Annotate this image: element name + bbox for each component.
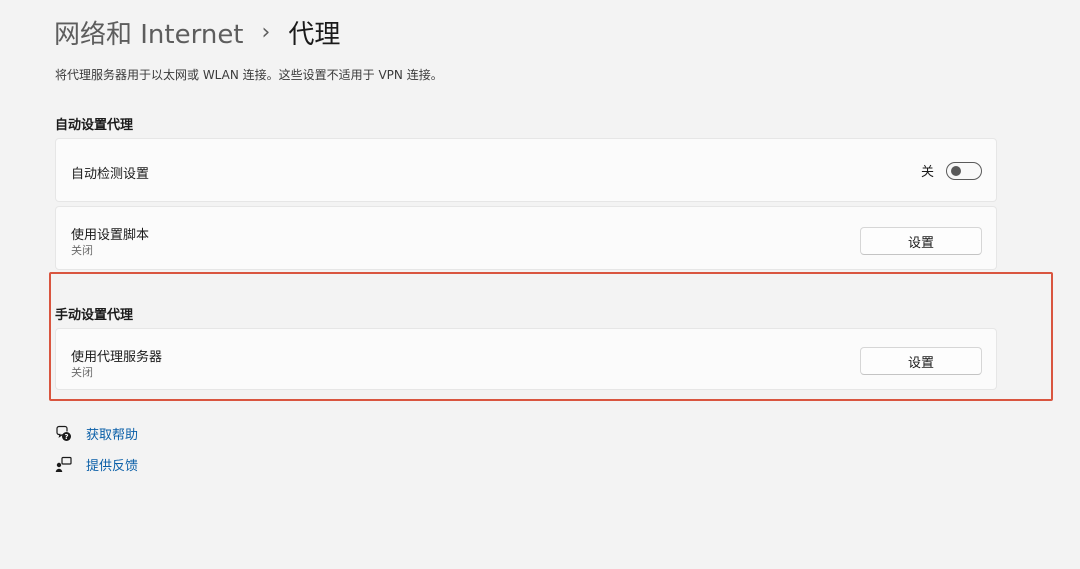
auto-detect-toggle[interactable] — [946, 161, 982, 180]
page-description: 将代理服务器用于以太网或 WLAN 连接。这些设置不适用于 VPN 连接。 — [55, 68, 443, 82]
toggle-state-label: 关 — [920, 165, 934, 180]
setup-script-card: 使用设置脚本 关闭 设置 — [55, 206, 997, 270]
help-link-text[interactable]: 获取帮助 — [86, 424, 138, 443]
feedback-link[interactable]: 提供反馈 — [55, 455, 138, 474]
feedback-link-text[interactable]: 提供反馈 — [86, 455, 138, 474]
breadcrumb-parent-network[interactable]: 网络和 Internet — [54, 14, 244, 51]
chevron-right-icon: › — [261, 19, 271, 45]
highlight-box — [49, 272, 1053, 401]
auto-detect-label: 自动检测设置 — [71, 167, 150, 182]
setup-script-status: 关闭 — [71, 244, 93, 257]
setup-script-label: 使用设置脚本 — [71, 228, 150, 243]
auto-detect-toggle-group: 关 — [921, 161, 982, 180]
auto-detect-settings-card: 自动检测设置 关 — [55, 138, 997, 202]
feedback-icon — [55, 456, 72, 473]
breadcrumb: 网络和 Internet › 代理 — [54, 14, 340, 50]
section-title-auto: 自动设置代理 — [55, 118, 134, 133]
help-chat-icon: ? — [55, 425, 72, 442]
toggle-knob — [951, 165, 961, 176]
svg-text:?: ? — [64, 433, 68, 441]
help-link[interactable]: ? 获取帮助 — [55, 424, 138, 443]
setup-script-settings-button[interactable]: 设置 — [860, 227, 982, 255]
page-title: 代理 — [288, 19, 341, 50]
